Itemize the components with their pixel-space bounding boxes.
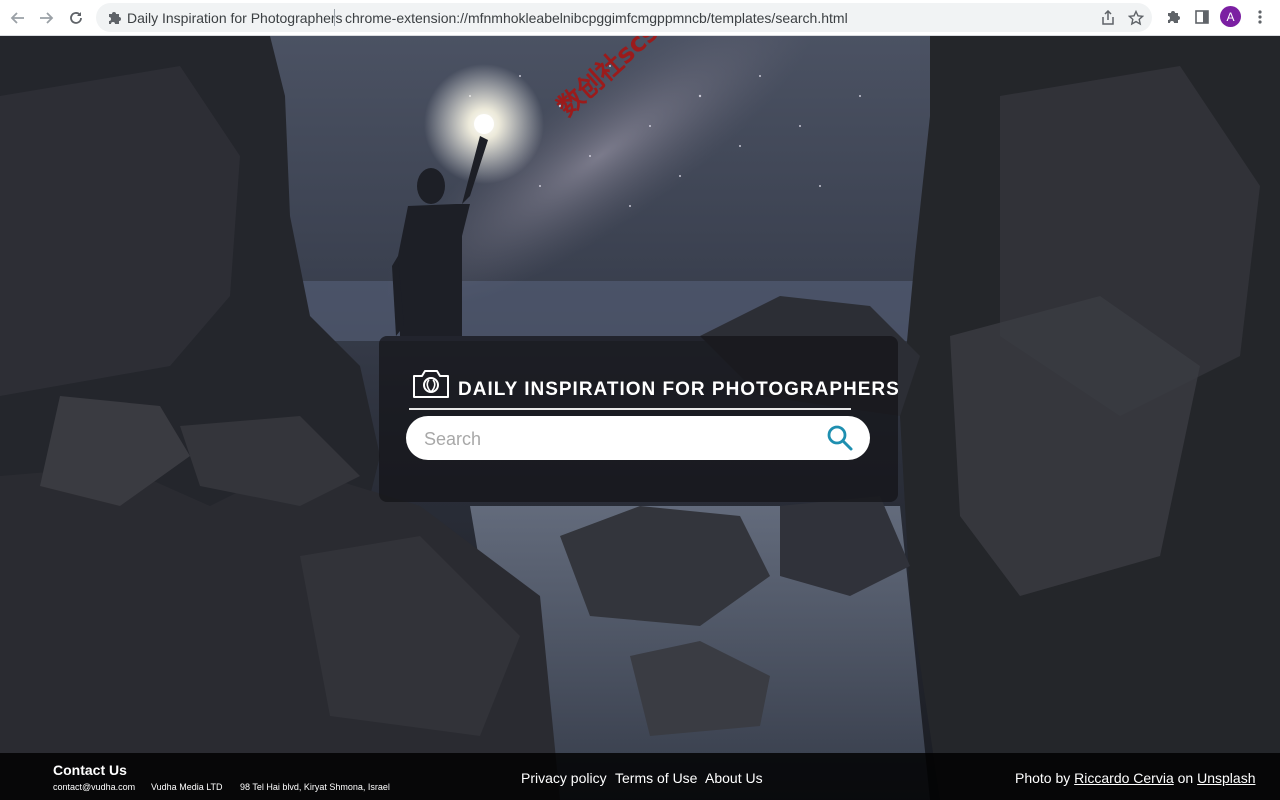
kebab-menu-icon xyxy=(1258,10,1262,24)
search-box xyxy=(406,416,870,460)
contact-email[interactable]: contact@vudha.com xyxy=(53,782,135,792)
contact-address: 98 Tel Hai blvd, Kiryat Shmona, Israel xyxy=(240,782,390,792)
reload-icon xyxy=(70,12,82,24)
photographer-link[interactable]: Riccardo Cervia xyxy=(1074,770,1174,786)
extension-puzzle-icon xyxy=(109,12,121,24)
credit-middle: on xyxy=(1177,770,1194,786)
share-icon xyxy=(1102,10,1114,25)
unsplash-link[interactable]: Unsplash xyxy=(1197,770,1255,786)
url-text[interactable]: chrome-extension://mfnmhokleabelnibcpggi… xyxy=(345,10,848,26)
contact-company: Vudha Media LTD xyxy=(151,782,223,792)
back-arrow-icon xyxy=(10,12,24,24)
forward-button[interactable] xyxy=(34,6,58,30)
reload-button[interactable] xyxy=(64,6,88,30)
back-button[interactable] xyxy=(6,6,30,30)
title-url-divider xyxy=(334,9,335,26)
brand-header: DAILY INSPIRATION FOR PHOTOGRAPHERS xyxy=(409,366,899,410)
browser-toolbar: Daily Inspiration for Photographers chro… xyxy=(0,0,1280,36)
side-panel-icon xyxy=(1195,10,1209,24)
footer: Contact Us contact@vudha.com Vudha Media… xyxy=(0,753,1280,800)
bookmark-button[interactable] xyxy=(1127,9,1145,27)
terms-of-use-link[interactable]: Terms of Use xyxy=(615,770,697,786)
page-title: Daily Inspiration for Photographers xyxy=(127,10,343,26)
side-panel-button[interactable] xyxy=(1192,7,1212,27)
star-icon xyxy=(1128,10,1144,26)
address-bar[interactable]: Daily Inspiration for Photographers chro… xyxy=(96,3,1152,32)
credit-prefix: Photo by xyxy=(1015,770,1071,786)
extensions-button[interactable] xyxy=(1163,7,1183,27)
page-content: 数创社scs66 DAILY INSPIRATION FOR PHOTOGRAP… xyxy=(0,36,1280,800)
search-icon[interactable] xyxy=(826,424,854,452)
photo-credit: Photo by Riccardo Cervia on Unsplash xyxy=(1015,770,1255,786)
about-us-link[interactable]: About Us xyxy=(705,770,763,786)
forward-arrow-icon xyxy=(40,12,54,24)
puzzle-icon xyxy=(1168,11,1180,23)
menu-button[interactable] xyxy=(1250,7,1270,27)
camera-logo-icon xyxy=(413,370,449,398)
privacy-policy-link[interactable]: Privacy policy xyxy=(521,770,607,786)
brand-title: DAILY INSPIRATION FOR PHOTOGRAPHERS xyxy=(458,379,900,400)
contact-title: Contact Us xyxy=(53,762,127,778)
search-panel: DAILY INSPIRATION FOR PHOTOGRAPHERS xyxy=(379,336,899,502)
search-input[interactable] xyxy=(422,422,806,456)
share-button[interactable] xyxy=(1099,9,1117,27)
profile-avatar[interactable]: A xyxy=(1220,6,1241,27)
